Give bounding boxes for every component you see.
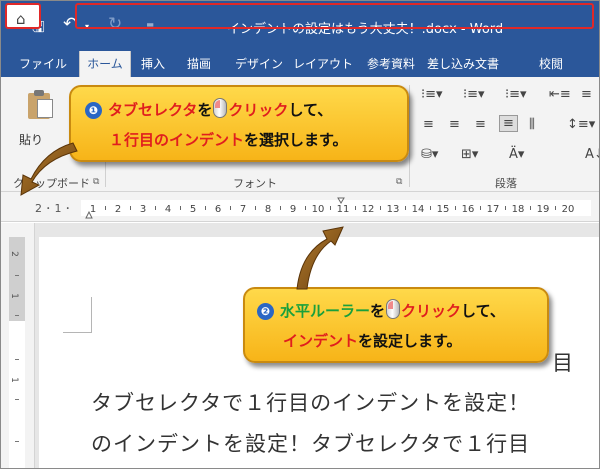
align-center-icon[interactable]: ≡ (449, 117, 460, 132)
ruler-number: 18 (512, 204, 525, 215)
word-window: 🖫 ↶ ▾ ↻ ≡ インデントの設定はもう大丈夫！.docx - Word ファ… (0, 0, 600, 469)
ruler-number: 1 (90, 204, 96, 215)
increase-indent-icon[interactable]: ≡ (581, 87, 592, 102)
step-1-number: ❶ (85, 102, 102, 119)
paragraph-group-label: 段落 (495, 177, 517, 190)
callout-2-indent-text: インデント (283, 332, 359, 350)
ruler-number: 15 (437, 204, 450, 215)
callout-1-line-1: ❶ タブセレクタを クリックして、 (85, 98, 332, 120)
multilevel-list-icon[interactable]: ⁝≡▾ (505, 87, 527, 102)
callout-2-set-text: を設定します。 (358, 332, 462, 350)
callout-2-line-1: ❷ 水平ルーラーを クリックして、 (257, 299, 505, 321)
vruler-tick (15, 441, 19, 442)
vruler-tick (15, 359, 19, 360)
margin-corner-mark (63, 332, 91, 333)
ruler-number: 9 (290, 204, 296, 215)
asian-layout-icon[interactable]: Ä▾ (509, 147, 524, 162)
document-line-2: タブセレクタで１行目のインデントを設定！ (91, 391, 531, 415)
paste-icon[interactable] (28, 89, 54, 119)
ruler-number: 17 (487, 204, 500, 215)
callout-2-particle: を (370, 302, 386, 320)
ruler-number: 16 (462, 204, 475, 215)
ruler-number: 3 (140, 204, 146, 215)
callout-1-indent-text: １行目のインデント (109, 131, 245, 149)
tab-layout[interactable]: レイアウト (293, 51, 353, 77)
paste-button-label[interactable]: 貼り (19, 131, 43, 148)
callout-2-line-2: インデントを設定します。 (283, 330, 462, 351)
justify-icon[interactable]: ≡ (499, 115, 518, 132)
vruler-number: 1 (8, 377, 19, 383)
ruler-number: 19 (537, 204, 550, 215)
tab-design[interactable]: デザイン (235, 51, 283, 77)
group-separator (409, 85, 410, 187)
ruler-number: 13 (387, 204, 400, 215)
tab-home[interactable]: ホーム (79, 51, 131, 77)
clipboard-group-label: クリップボード (13, 177, 90, 190)
first-line-indent-tab-icon: ⌂ (16, 10, 26, 28)
ruler-number: 8 (265, 204, 271, 215)
ruler-left-numbers: 2 ･ 1 ･ (35, 202, 71, 215)
callout-1-particle: を (197, 101, 213, 119)
ruler-number: 10 (312, 204, 325, 215)
ribbon-tabs: ファイル ホーム 挿入 描画 デザイン レイアウト 参考資料 差し込み文書 校閲 (1, 51, 599, 77)
vruler-tick (15, 275, 19, 276)
margin-corner-mark (91, 297, 92, 333)
font-group-label: フォント (233, 177, 277, 190)
numbering-icon[interactable]: ⁝≡▾ (463, 87, 485, 102)
callout-2-click-text: クリック (401, 302, 462, 320)
font-launcher-icon[interactable]: ⧉ (396, 177, 402, 187)
ruler-number: 6 (215, 204, 221, 215)
distributed-icon[interactable]: ⫼ (529, 117, 535, 132)
clipboard-launcher-icon[interactable]: ⧉ (93, 177, 99, 187)
tab-references[interactable]: 参考資料 (367, 51, 415, 77)
shading-icon[interactable]: ⛁▾ (421, 147, 438, 162)
ruler-highlight-box (75, 3, 594, 29)
vruler-number: 2 (8, 251, 19, 257)
tab-draw[interactable]: 描画 (187, 51, 211, 77)
tab-file[interactable]: ファイル (19, 51, 67, 77)
callout-1-click-text: クリック (228, 101, 289, 119)
callout-1-suffix: して、 (288, 101, 333, 119)
callout-1-select-text: を選択します。 (244, 131, 348, 149)
ruler-number: 7 (240, 204, 246, 215)
callout-2-ruler-text: 水平ルーラー (280, 302, 371, 320)
mouse-click-icon (213, 98, 228, 118)
callout-step-1 (69, 85, 409, 162)
bullets-icon[interactable]: ⁝≡▾ (421, 87, 443, 102)
tab-selector[interactable]: ⌂ (5, 3, 41, 29)
vruler-tick (15, 399, 19, 400)
vertical-ruler-margin (9, 237, 25, 321)
ruler-number: 5 (190, 204, 196, 215)
callout-1-tab-selector-text: タブセレクタ (108, 101, 198, 119)
ruler-number: 2 (115, 204, 121, 215)
document-line-1-tail: 目 (552, 351, 574, 375)
callout-1-line-2: １行目のインデントを選択します。 (109, 129, 348, 150)
document-line-3: のインデントを設定！タブセレクタで１行目 (91, 432, 531, 456)
tab-mailings[interactable]: 差し込み文書 (427, 51, 499, 77)
decrease-indent-icon[interactable]: ⇤≡ (549, 87, 571, 102)
horizontal-ruler[interactable]: 1 2 3 4 5 6 7 8 9 10 11 12 13 14 15 16 17 18 19 20 (81, 196, 591, 220)
sort-icon[interactable]: A↓ (585, 147, 599, 162)
vruler-number: 1 (8, 293, 19, 299)
callout-2-suffix: して、 (461, 302, 505, 320)
ruler-number: 12 (362, 204, 375, 215)
step-2-number: ❷ (257, 303, 274, 320)
borders-icon[interactable]: ⊞▾ (461, 147, 478, 162)
mouse-click-icon (386, 299, 401, 319)
ruler-number: 4 (165, 204, 171, 215)
vruler-tick (15, 315, 19, 316)
align-right-icon[interactable]: ≡ (475, 117, 486, 132)
ruler-number: 20 (562, 204, 575, 215)
line-spacing-icon[interactable]: ↕≡▾ (567, 117, 595, 132)
ruler-number: 11 (337, 204, 350, 215)
tab-insert[interactable]: 挿入 (141, 51, 165, 77)
ruler-number: 14 (412, 204, 425, 215)
tab-review[interactable]: 校閲 (539, 51, 563, 77)
align-left-icon[interactable]: ≡ (423, 117, 434, 132)
